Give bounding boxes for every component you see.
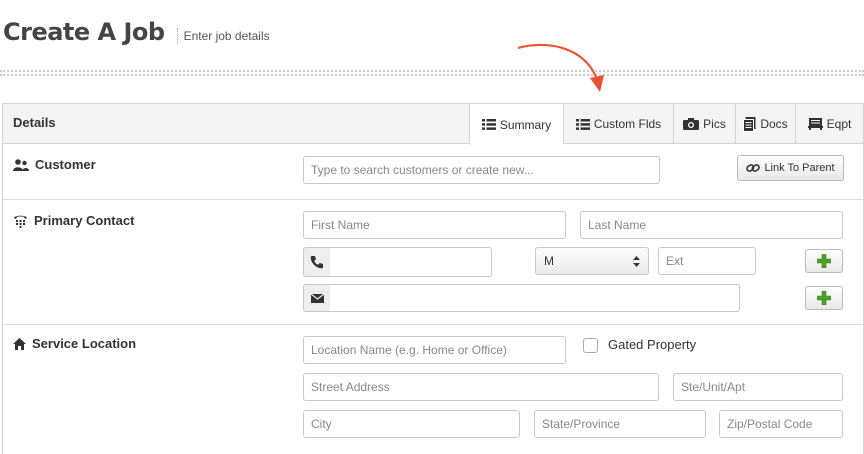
street-address-input[interactable] <box>303 373 659 401</box>
last-name-input[interactable] <box>580 211 843 239</box>
page-title: Create A Job <box>3 18 165 46</box>
details-panel: Details Summary Custom Flds Pics Docs Eq… <box>2 103 864 454</box>
list-icon <box>575 118 590 130</box>
plus-icon <box>817 291 831 305</box>
plus-icon <box>817 254 831 268</box>
link-icon <box>746 164 761 172</box>
tab-bar: Summary Custom Flds Pics Docs Eqpt <box>469 104 863 145</box>
tab-label: Eqpt <box>826 117 852 131</box>
tab-label: Pics <box>703 117 726 131</box>
email-input[interactable] <box>330 284 740 312</box>
camera-icon <box>683 118 700 130</box>
header-divider <box>0 70 864 76</box>
tab-label: Summary <box>499 117 552 132</box>
panel-header: Details Summary Custom Flds Pics Docs Eq… <box>3 104 863 145</box>
phone-type-select[interactable]: M <box>535 247 649 275</box>
first-name-input[interactable] <box>303 211 566 239</box>
tab-docs[interactable]: Docs <box>735 104 795 144</box>
city-input[interactable] <box>303 410 520 438</box>
gated-property-label[interactable]: Gated Property <box>608 337 696 352</box>
customer-section: Customer Link To Parent <box>3 145 863 200</box>
add-phone-button[interactable] <box>805 249 843 273</box>
tab-custom-fields[interactable]: Custom Flds <box>563 104 673 144</box>
customer-label-row: Customer <box>13 157 96 172</box>
zip-input[interactable] <box>719 410 843 438</box>
tab-label: Custom Flds <box>593 117 662 131</box>
primary-contact-label: Primary Contact <box>34 213 135 228</box>
email-addon <box>303 284 331 312</box>
document-icon <box>743 116 756 132</box>
customer-label: Customer <box>35 157 96 172</box>
list-icon <box>481 119 496 130</box>
users-icon <box>13 158 29 171</box>
page-subtitle: Enter job details <box>176 28 270 44</box>
phone-type-value: M <box>544 254 554 268</box>
gated-property-checkbox[interactable] <box>583 338 598 353</box>
equipment-icon <box>807 118 823 130</box>
location-name-input[interactable] <box>303 336 566 364</box>
phone-addon <box>303 247 331 277</box>
service-location-label: Service Location <box>32 336 137 351</box>
select-arrows-icon <box>633 255 640 267</box>
phone-handset-icon <box>310 256 323 269</box>
annotation-arrow-icon <box>517 43 604 92</box>
home-icon <box>13 337 26 350</box>
tab-label: Docs <box>760 117 788 131</box>
phone-number-input[interactable] <box>330 247 492 277</box>
tab-pics[interactable]: Pics <box>673 104 735 144</box>
add-email-button[interactable] <box>805 286 843 310</box>
phone-icon <box>14 215 27 228</box>
phone-ext-input[interactable] <box>658 247 756 275</box>
panel-title: Details <box>13 115 56 130</box>
envelope-icon <box>310 293 324 303</box>
primary-contact-label-row: Primary Contact <box>13 213 134 228</box>
link-to-parent-label: Link To Parent <box>764 162 835 174</box>
state-input[interactable] <box>534 410 706 438</box>
service-location-section: Service Location Gated Property <box>3 325 863 454</box>
tab-equipment[interactable]: Eqpt <box>795 104 863 144</box>
unit-input[interactable] <box>673 373 843 401</box>
tab-summary[interactable]: Summary <box>469 104 563 145</box>
primary-contact-section: Primary Contact M <box>3 200 863 325</box>
service-location-label-row: Service Location <box>13 336 136 351</box>
customer-search-input[interactable] <box>303 156 660 184</box>
page-header: Create A Job Enter job details <box>3 18 270 46</box>
link-to-parent-button[interactable]: Link To Parent <box>737 155 844 181</box>
